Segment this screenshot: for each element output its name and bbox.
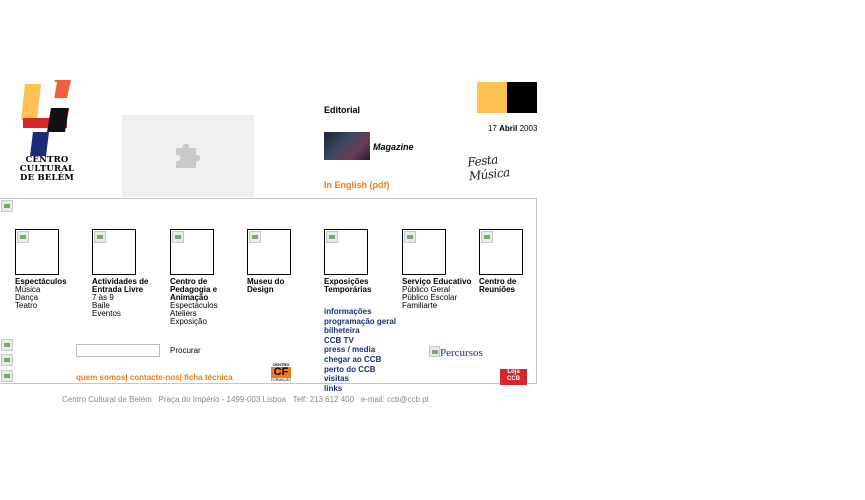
- section-image: [479, 229, 523, 275]
- black-square: [507, 82, 537, 113]
- date-year: 2003: [519, 124, 538, 133]
- spacer-image: [1, 370, 13, 382]
- info-link[interactable]: visitas: [324, 374, 434, 384]
- section-sub[interactable]: Eventos: [92, 310, 164, 318]
- date-month: Abril: [499, 124, 518, 133]
- spacer-image: [1, 339, 13, 351]
- footer-address: Praça do Império - 1499-003 Lisboa: [158, 395, 287, 404]
- editorial-link[interactable]: Editorial: [324, 105, 360, 115]
- broken-image-icon: [404, 231, 416, 243]
- contacte-nos-link[interactable]: contacte-nos: [130, 373, 180, 382]
- section-title: Actividades de Entrada Livre: [92, 277, 149, 294]
- section-sub[interactable]: Exposição: [170, 318, 242, 326]
- section-actividades[interactable]: Actividades de Entrada Livre 7 às 9 Bail…: [92, 229, 164, 318]
- section-servico-educativo[interactable]: Serviço Educativo Público Geral Público …: [402, 229, 472, 310]
- broken-image-icon: [429, 346, 440, 357]
- logo-line-3: de Belém: [20, 173, 74, 183]
- section-title: Centro de Reuniões: [479, 277, 517, 294]
- broken-image-icon: [172, 231, 184, 243]
- loja-ccb-logo[interactable]: Loja CCB: [500, 369, 527, 385]
- section-museu-design[interactable]: Museu do Design: [247, 229, 307, 294]
- section-pedagogia[interactable]: Centro de Pedagogia e Animação Espectácu…: [170, 229, 242, 326]
- loja-logo-bottom: CCB: [507, 376, 520, 382]
- section-title: Centro de Pedagogia e Animação: [170, 277, 218, 302]
- bottom-links: quem somos| contacte-nos| ficha técnica: [76, 373, 233, 382]
- broken-image-icon: [17, 231, 29, 243]
- footer-name: Centro Cultural de Belém: [62, 395, 152, 404]
- loja-logo-top: Loja: [507, 369, 520, 375]
- footer-email[interactable]: e-mail: ccb@ccb.pt: [361, 395, 429, 404]
- broken-image-icon: [326, 231, 338, 243]
- section-image: [170, 229, 214, 275]
- percursos-link[interactable]: Percursos: [429, 346, 483, 359]
- broken-image-icon: [481, 231, 493, 243]
- info-link[interactable]: CCB TV: [324, 336, 434, 346]
- ccb-logo-mark: [21, 80, 71, 156]
- plugin-placeholder: [122, 115, 254, 197]
- magazine-thumbnail[interactable]: [324, 132, 370, 160]
- section-espectaculos[interactable]: Espectáculos Música Dança Teatro: [15, 229, 85, 310]
- section-image: [324, 229, 368, 275]
- search-button[interactable]: Procurar: [170, 346, 201, 355]
- ccb-logo-text: Centro Cultural de Belém: [14, 156, 80, 183]
- info-link[interactable]: links: [324, 384, 434, 394]
- cf-logo-bottom: FORMAÇÃO: [270, 378, 292, 382]
- english-pdf-link[interactable]: In English (pdf): [324, 180, 390, 190]
- section-sub[interactable]: Teatro: [15, 302, 85, 310]
- spacer-image: [1, 200, 13, 212]
- ccb-logo[interactable]: Centro Cultural de Belém: [14, 80, 78, 188]
- date: 17 Abril 2003: [488, 124, 537, 133]
- footer-phone: Telf: 213 612 400: [292, 395, 355, 404]
- section-reunioes[interactable]: Centro de Reuniões: [479, 229, 535, 294]
- cf-logo-letters: CF: [271, 367, 291, 378]
- info-link[interactable]: chegar ao CCB: [324, 355, 434, 365]
- spacer-image: [1, 354, 13, 366]
- puzzle-icon: [176, 143, 201, 168]
- centro-formacao-logo[interactable]: CENTRO CF FORMAÇÃO: [268, 363, 294, 385]
- section-image: [92, 229, 136, 275]
- magazine-link[interactable]: Magazine: [373, 142, 414, 152]
- info-link[interactable]: informações: [324, 307, 434, 317]
- footer: Centro Cultural de Belém Praça do Impéri…: [62, 395, 429, 404]
- section-exposicoes[interactable]: Exposições Temporárias: [324, 229, 394, 294]
- section-image: [247, 229, 291, 275]
- info-link[interactable]: bilheteira: [324, 326, 434, 336]
- info-links: informações programação geral bilheteira…: [324, 307, 434, 393]
- festa-musica-logo[interactable]: Festa Música: [467, 152, 534, 183]
- festa-musica-text: Festa Música: [466, 152, 511, 184]
- ficha-tecnica-link[interactable]: ficha técnica: [184, 373, 232, 382]
- info-link[interactable]: press / media: [324, 345, 434, 355]
- section-title: Museu do Design: [247, 277, 285, 294]
- yellow-square: [477, 82, 507, 113]
- date-day: 17: [488, 124, 497, 133]
- search-input[interactable]: [76, 344, 160, 357]
- info-link[interactable]: programação geral: [324, 317, 434, 327]
- broken-image-icon: [94, 231, 106, 243]
- section-image: [402, 229, 446, 275]
- broken-image-icon: [249, 231, 261, 243]
- info-link[interactable]: perto do CCB: [324, 365, 434, 375]
- percursos-label: Percursos: [440, 347, 483, 359]
- section-title: Exposições Temporárias: [324, 277, 372, 294]
- quem-somos-link[interactable]: quem somos: [76, 373, 125, 382]
- section-image: [15, 229, 59, 275]
